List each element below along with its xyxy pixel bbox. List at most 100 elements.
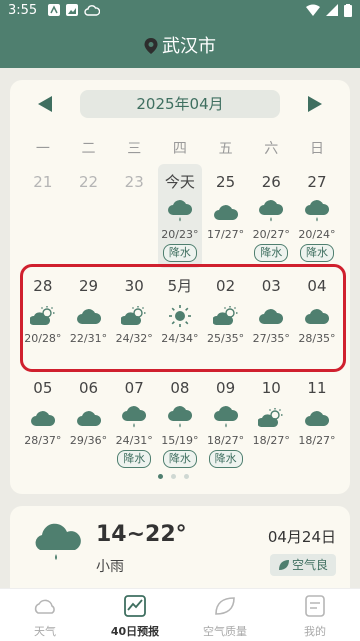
today-weather-desc: 小雨 [96, 559, 124, 575]
rain-icon [248, 200, 294, 224]
day-date-label: 06 [78, 379, 99, 397]
nav-label: 天气 [34, 625, 56, 638]
notification-image-icon [66, 4, 78, 16]
calendar-day-cell[interactable]: 10 18/27° [248, 378, 294, 468]
nav-label: 40日预报 [110, 625, 160, 638]
day-temperature: 24/31° [115, 434, 153, 447]
weekday-label: 日 [309, 141, 324, 157]
calendar-day-cell[interactable]: 08 15/19° 降水 [157, 378, 203, 468]
status-system-icons [306, 4, 352, 17]
weekday-label: 六 [264, 141, 279, 157]
calendar-day-cell[interactable]: 23 [111, 172, 157, 262]
page-dot [184, 474, 189, 479]
calendar-day-cell[interactable]: 09 18/27° 降水 [203, 378, 249, 468]
calendar-day-cell[interactable]: 05 28/37° [20, 378, 66, 468]
calendar-day-cell[interactable]: 27 20/24° 降水 [294, 172, 340, 262]
day-temperature: 18/27° [206, 434, 245, 447]
day-temperature: 17/27° [206, 228, 245, 241]
day-temperature: 29/36° [69, 434, 108, 447]
calendar-day-cell[interactable]: 26 20/27° 降水 [248, 172, 294, 262]
nav-profile[interactable]: 我的 [270, 589, 360, 641]
day-date-label: 25 [216, 173, 236, 191]
precipitation-badge: 降水 [299, 244, 334, 262]
day-date-label: 09 [216, 379, 236, 397]
location-pin-icon [144, 38, 158, 54]
page-indicator [158, 474, 189, 479]
rain-icon [157, 200, 203, 224]
calendar-day-cell[interactable]: 今天 20/23° 降水 [157, 172, 203, 262]
rain-icon [111, 406, 157, 430]
cloud-icon [20, 406, 66, 430]
today-temperature-range: 14~22° [96, 522, 187, 547]
cloud-icon [203, 200, 249, 224]
next-month-button[interactable] [308, 96, 322, 112]
day-date-label: 27 [307, 173, 327, 191]
calendar-day-cell[interactable]: 21 [20, 172, 66, 262]
day-temperature: 28/37° [24, 434, 62, 447]
chart-icon [124, 595, 146, 617]
calendar-day-cell[interactable]: 25 17/27° [203, 172, 249, 262]
rain-icon [294, 200, 340, 224]
day-date-label: 22 [78, 173, 99, 191]
day-date-label: 11 [307, 379, 327, 397]
battery-icon [344, 4, 352, 17]
cloud-icon [66, 406, 112, 430]
status-notification-icons [48, 4, 100, 16]
day-temperature: 18/27° [252, 434, 290, 447]
rain-icon [157, 406, 203, 430]
month-navigation: 2025年04月 [10, 90, 350, 120]
today-summary-card[interactable]: 14~22° 小雨 04月24日 空气良 [10, 506, 350, 592]
day-date-label: 05 [33, 379, 53, 397]
day-temperature: 20/23° [161, 228, 199, 241]
rain-cloud-icon [35, 523, 81, 560]
precipitation-badge: 降水 [162, 244, 197, 262]
bottom-navigation: 天气 40日预报 空气质量 我的 [0, 588, 360, 641]
partly-cloudy-icon [248, 406, 294, 430]
precipitation-badge: 降水 [117, 450, 152, 468]
day-temperature: 20/27° [252, 228, 290, 241]
day-temperature: 20/24° [298, 228, 336, 241]
status-bar: 3:55 [0, 0, 360, 24]
calendar-day-cell[interactable]: 11 18/27° [294, 378, 340, 468]
precipitation-badge: 降水 [254, 244, 289, 262]
nav-label: 我的 [304, 625, 326, 638]
nav-40day-forecast[interactable]: 40日预报 [90, 589, 180, 641]
calendar-day-cell[interactable]: 06 29/36° [66, 378, 112, 468]
nav-weather[interactable]: 天气 [0, 589, 90, 641]
calendar-week-row: 21 22 23 今天 20/23° 降水 25 17/27° 26 20/27° 降水 27 20/2… [20, 172, 340, 262]
status-time: 3:55 [8, 3, 38, 18]
day-date-label: 21 [33, 173, 53, 191]
weekday-label: 四 [172, 141, 187, 157]
air-quality-label: 空气良 [291, 558, 328, 572]
nav-air-quality[interactable]: 空气质量 [180, 589, 270, 641]
weekday-label: 五 [218, 141, 233, 157]
calendar-day-cell[interactable]: 22 [66, 172, 112, 262]
weekday-label: 一 [35, 141, 50, 157]
month-label[interactable]: 2025年04月 [80, 90, 280, 118]
leaf-icon [278, 560, 289, 570]
day-date-label: 今天 [164, 173, 195, 191]
prev-month-button[interactable] [38, 96, 52, 112]
city-name: 武汉市 [162, 36, 216, 57]
calendar-day-cell[interactable]: 07 24/31° 降水 [111, 378, 157, 468]
cloud-icon [294, 406, 340, 430]
leaf-icon [215, 597, 235, 615]
day-date-label: 23 [124, 173, 144, 191]
weather-icon [34, 599, 55, 614]
precipitation-badge: 降水 [208, 450, 243, 468]
day-date-label: 07 [124, 379, 144, 397]
precipitation-badge: 降水 [162, 450, 197, 468]
wifi-icon [306, 4, 320, 16]
day-temperature: 15/19° [161, 434, 199, 447]
profile-icon [305, 595, 325, 617]
day-date-label: 10 [261, 379, 281, 397]
day-date-label: 26 [261, 173, 281, 191]
today-date: 04月24日 [267, 528, 336, 546]
week-highlight-box [20, 264, 346, 372]
notification-a-icon [48, 4, 60, 16]
city-title[interactable]: 武汉市 [0, 32, 360, 58]
signal-icon [326, 4, 338, 16]
calendar-week-row: 05 28/37° 06 29/36° 07 24/31° 降水 08 15/19° 降水 09 18… [20, 378, 340, 468]
page-dot [171, 474, 176, 479]
rain-icon [203, 406, 249, 430]
